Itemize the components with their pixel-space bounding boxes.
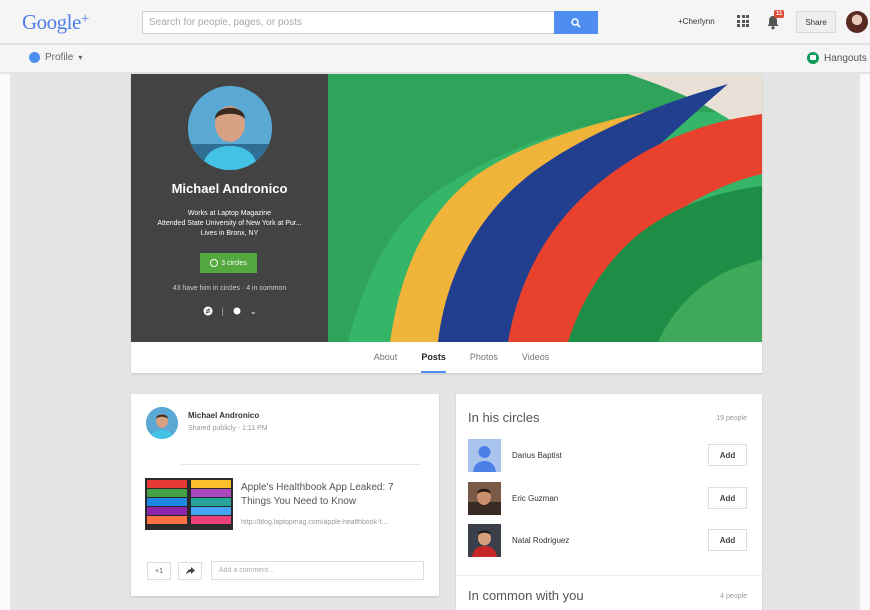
add-person-button[interactable]: Add bbox=[708, 487, 747, 509]
divider: | bbox=[221, 306, 224, 316]
profile-cover: Michael Andronico Works at Laptop Magazi… bbox=[131, 74, 762, 373]
person-item: Darius Baptist Add bbox=[468, 439, 753, 473]
search-input[interactable] bbox=[143, 12, 555, 33]
hangouts-label: Hangouts bbox=[824, 52, 867, 64]
profile-tabs: About Posts Photos Videos bbox=[131, 342, 762, 373]
profile-info: Works at Laptop Magazine Attended State … bbox=[131, 209, 328, 239]
circles-button-label: 3 circles bbox=[221, 259, 247, 267]
add-person-button[interactable]: Add bbox=[708, 529, 747, 551]
tab-photos[interactable]: Photos bbox=[470, 342, 498, 373]
divider bbox=[456, 575, 762, 576]
share-post-button[interactable] bbox=[178, 562, 202, 580]
post-author-name[interactable]: Michael Andronico bbox=[188, 411, 259, 420]
tab-videos[interactable]: Videos bbox=[522, 342, 549, 373]
logo-text: Google bbox=[22, 10, 81, 34]
share-arrow-icon bbox=[185, 567, 195, 575]
cover-photo bbox=[328, 74, 762, 342]
profile-work: Works at Laptop Magazine bbox=[187, 210, 272, 217]
hangouts-icon bbox=[807, 52, 819, 64]
comment-input[interactable] bbox=[211, 561, 424, 580]
circles-card: In his circles 19 people Darius Baptist … bbox=[456, 394, 762, 610]
circles-card-title: In his circles bbox=[468, 410, 540, 425]
hangouts-button[interactable]: Hangouts bbox=[807, 52, 867, 64]
apps-grid-icon[interactable] bbox=[737, 15, 749, 27]
link-url[interactable]: http://blog.laptopmag.com/apple-healthbo… bbox=[241, 519, 425, 526]
profile-actions: | ⌄ bbox=[195, 304, 265, 318]
post-meta: Shared publicly - 1:11 PM bbox=[188, 425, 268, 432]
person-avatar[interactable] bbox=[468, 482, 501, 515]
right-gutter bbox=[860, 74, 870, 610]
top-bar: Google+ +Cherlynn 11 Share bbox=[0, 0, 870, 44]
link-thumbnail[interactable] bbox=[145, 478, 233, 530]
chevron-down-icon[interactable]: ⌄ bbox=[250, 307, 257, 316]
sub-bar: Profile ▾ Hangouts bbox=[0, 45, 870, 73]
tab-about[interactable]: About bbox=[374, 342, 398, 373]
divider bbox=[181, 464, 421, 465]
link-title[interactable]: Apple's Healthbook App Leaked: 7 Things … bbox=[241, 481, 421, 509]
profile-panel: Michael Andronico Works at Laptop Magazi… bbox=[131, 74, 328, 342]
circles-card-count[interactable]: 19 people bbox=[716, 415, 747, 422]
post-card: Michael Andronico Shared publicly - 1:11… bbox=[131, 394, 439, 596]
person-name[interactable]: Eric Guzman bbox=[512, 494, 558, 503]
common-card-count[interactable]: 4 people bbox=[720, 593, 747, 600]
person-avatar[interactable] bbox=[468, 524, 501, 557]
profile-name: Michael Andronico bbox=[171, 181, 288, 196]
person-name[interactable]: Natal Rodriguez bbox=[512, 536, 569, 545]
user-profile-link[interactable]: +Cherlynn bbox=[678, 17, 715, 26]
circle-icon bbox=[210, 259, 219, 267]
logo-plus: + bbox=[80, 11, 89, 27]
plus-one-button[interactable]: +1 bbox=[147, 562, 171, 580]
message-icon[interactable] bbox=[232, 306, 242, 316]
share-button[interactable]: Share bbox=[796, 11, 836, 33]
chevron-down-icon: ▾ bbox=[78, 53, 83, 62]
search-box bbox=[142, 11, 598, 34]
add-person-button[interactable]: Add bbox=[708, 444, 747, 466]
search-icon bbox=[571, 17, 581, 28]
profile-icon bbox=[29, 52, 40, 63]
person-item: Natal Rodriguez Add bbox=[468, 524, 753, 558]
tab-posts[interactable]: Posts bbox=[421, 342, 446, 373]
profile-location: Lives in Bronx, NY bbox=[200, 230, 259, 237]
account-avatar[interactable] bbox=[846, 11, 868, 33]
circles-button[interactable]: 3 circles bbox=[200, 253, 257, 273]
search-button[interactable] bbox=[554, 11, 598, 34]
profile-avatar[interactable] bbox=[188, 86, 272, 170]
profile-menu-label: Profile bbox=[45, 52, 74, 63]
post-author-avatar[interactable] bbox=[146, 407, 178, 439]
google-plus-logo[interactable]: Google+ bbox=[22, 10, 89, 35]
share-profile-icon[interactable] bbox=[203, 306, 213, 316]
circles-summary: 43 have him in circles · 4 in common bbox=[172, 285, 287, 292]
person-name[interactable]: Darius Baptist bbox=[512, 451, 562, 460]
left-gutter bbox=[0, 74, 10, 610]
common-card-title: In common with you bbox=[468, 588, 584, 603]
profile-menu[interactable]: Profile ▾ bbox=[29, 52, 82, 63]
person-item: Eric Guzman Add bbox=[468, 482, 753, 516]
profile-education: Attended State University of New York at… bbox=[157, 220, 302, 227]
person-avatar[interactable] bbox=[468, 439, 501, 472]
notification-badge[interactable]: 11 bbox=[774, 10, 785, 18]
